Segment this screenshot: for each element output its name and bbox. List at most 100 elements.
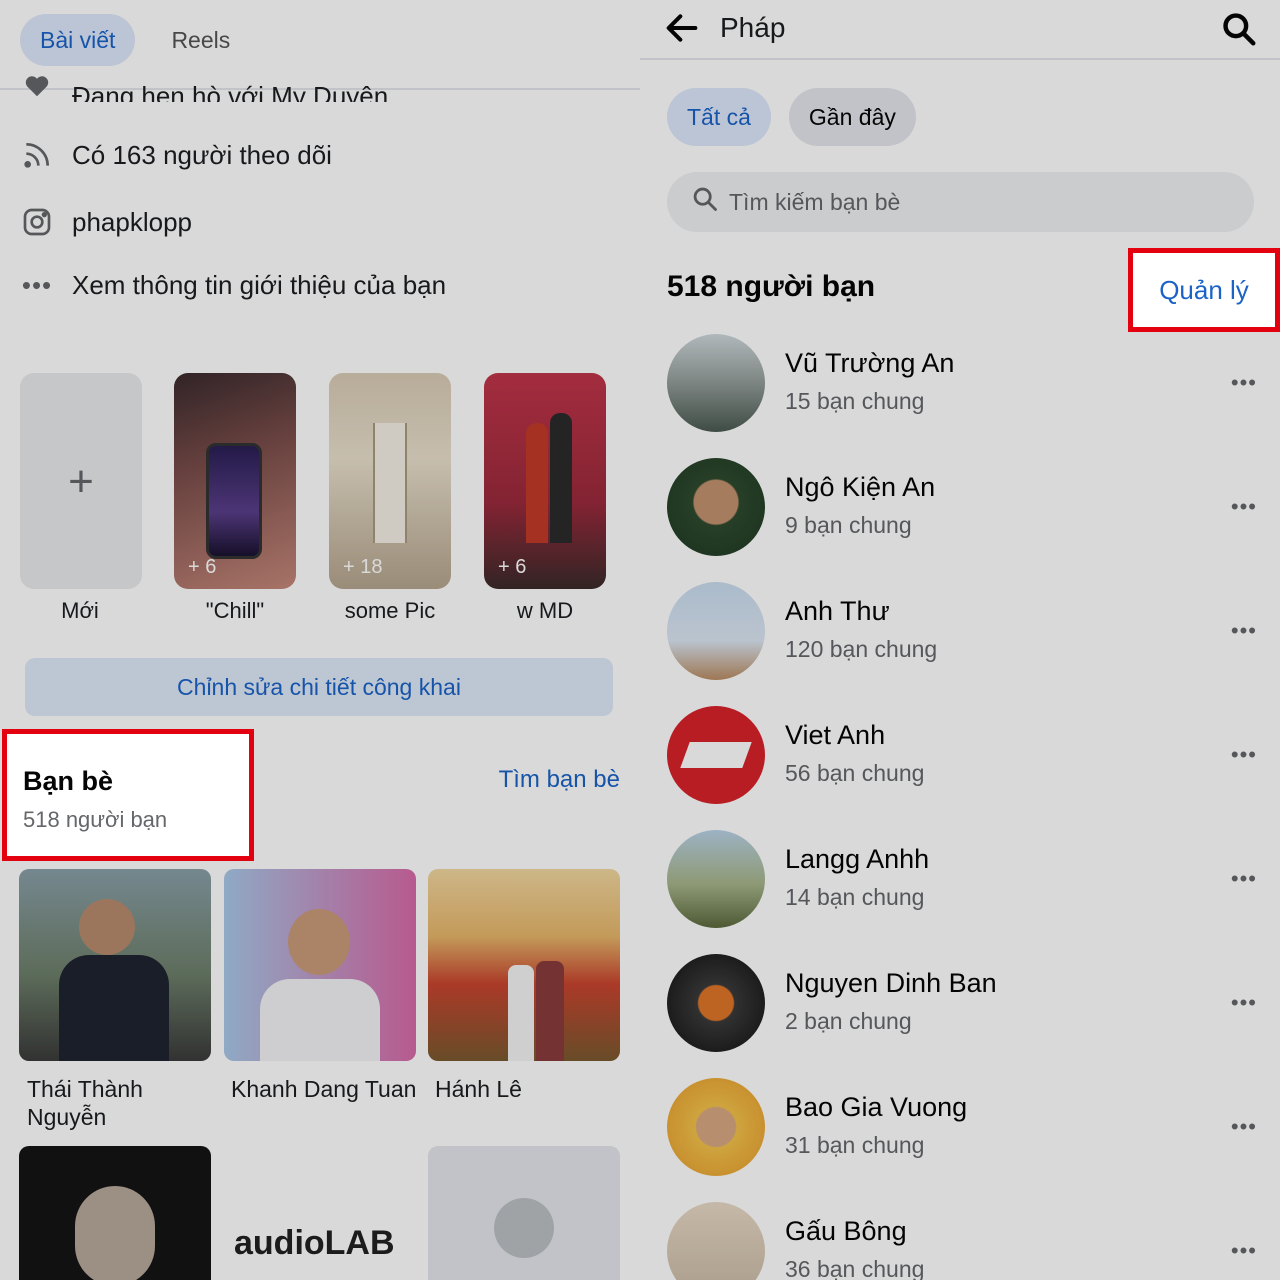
highlight-label: "Chill" [205,598,265,623]
mutual-friends: 31 bạn chung [785,1132,925,1158]
couple-photo [526,423,548,543]
tab-reels[interactable]: Reels [151,14,250,66]
more-options-icon[interactable]: ••• [1231,1114,1257,1140]
mutual-friends: 56 bạn chung [785,760,925,786]
friend-name[interactable]: Bao Gia Vuong [785,1092,967,1123]
find-friends-link[interactable]: Tìm bạn bè [499,766,620,794]
avatar[interactable] [667,1202,765,1280]
avatar[interactable] [667,334,765,432]
friend-row[interactable]: Viet Anh 56 bạn chung ••• [667,706,1257,806]
highlight-count: + 6 [498,556,527,578]
more-options-icon[interactable]: ••• [1231,618,1257,644]
instagram-text: phapklopp [72,206,192,237]
more-options-icon[interactable]: ••• [1231,1238,1257,1264]
friend-search-input[interactable]: Tìm kiếm bạn bè [667,172,1254,232]
friend-tile[interactable]: audioLAB [224,1146,416,1280]
highlight-new[interactable]: + [20,373,142,589]
friend-row[interactable]: Gấu Bông 36 bạn chung ••• [667,1202,1257,1280]
highlight-chill[interactable]: + 6 [174,373,296,589]
friend-photo-body [59,955,169,1061]
more-options-icon[interactable]: ••• [1231,990,1257,1016]
friend-tile[interactable] [19,869,211,1061]
hallway-photo [373,423,407,543]
avatar[interactable] [667,582,765,680]
more-dots-icon: ••• [21,269,53,300]
avatar[interactable] [667,458,765,556]
friend-row[interactable]: Bao Gia Vuong 31 bạn chung ••• [667,1078,1257,1178]
friend-photo [79,899,135,955]
more-options-icon[interactable]: ••• [1231,866,1257,892]
mutual-friends: 120 bạn chung [785,636,938,662]
friend-tile-name[interactable]: Hánh Lê [435,1075,627,1103]
avatar[interactable] [667,706,765,804]
avatar[interactable] [667,830,765,928]
avatar[interactable] [667,954,765,1052]
friend-name[interactable]: Viet Anh [785,720,885,751]
profile-panel: Bài viết Reels Đang hẹn hò với My Duyên … [0,0,640,1280]
friend-name[interactable]: Gấu Bông [785,1216,907,1247]
tab-posts[interactable]: Bài viết [20,14,136,66]
filter-tabs: Tất cả Gần đây [667,88,916,146]
friend-tile[interactable] [224,869,416,1061]
avatar[interactable] [667,1078,765,1176]
friend-name[interactable]: Vũ Trường An [785,348,954,379]
highlight-label: some Pic [344,598,436,623]
friend-row[interactable]: Nguyen Dinh Ban 2 bạn chung ••• [667,954,1257,1054]
default-avatar-icon [494,1198,554,1258]
friend-row[interactable]: Langg Anhh 14 bạn chung ••• [667,830,1257,930]
friend-photo [75,1186,155,1280]
friend-photo-2 [536,961,564,1061]
friend-photo [508,965,534,1061]
heart-icon [20,72,54,102]
highlight-some-pic[interactable]: + 18 [329,373,451,589]
manage-highlight[interactable]: Quản lý [1128,248,1280,332]
friend-tile[interactable] [428,1146,620,1280]
tab-all[interactable]: Tất cả [667,88,771,146]
friend-row[interactable]: Anh Thư 120 bạn chung ••• [667,582,1257,682]
about-row[interactable]: ••• Xem thông tin giới thiệu của bạn [20,268,446,302]
instagram-row[interactable]: phapklopp [20,205,192,239]
friend-photo-body [260,979,380,1061]
followers-text: Có 163 người theo dõi [72,139,332,170]
friends-count: 518 người bạn [23,807,168,832]
friend-tile-name[interactable]: Khanh Dang Tuan [231,1075,423,1103]
top-bar: Pháp [640,0,1280,60]
couple-photo-2 [550,413,572,543]
friend-name[interactable]: Langg Anhh [785,844,929,875]
friend-tile[interactable] [428,869,620,1061]
rss-icon [20,138,54,172]
highlight-label: Mới [61,598,99,623]
manage-button[interactable]: Quản lý [1133,253,1275,327]
mutual-friends: 2 bạn chung [785,1008,912,1034]
more-options-icon[interactable]: ••• [1231,370,1257,396]
search-icon[interactable] [1220,10,1258,53]
search-placeholder: Tìm kiếm bạn bè [729,188,901,215]
edit-public-details-button[interactable]: Chỉnh sửa chi tiết công khai [25,658,613,716]
friends-list-panel: Pháp Tất cả Gần đây Tìm kiếm bạn bè 518 … [640,0,1280,1280]
friend-tile-name[interactable]: Thái Thành Nguyễn [27,1075,219,1131]
instagram-icon [20,205,54,239]
friend-name[interactable]: Nguyen Dinh Ban [785,968,997,999]
mutual-friends: 9 bạn chung [785,512,912,538]
relationship-row[interactable]: Đang hẹn hò với My Duyên [20,72,388,102]
friend-tile[interactable] [19,1146,211,1280]
friend-photo [288,909,350,975]
followers-row[interactable]: Có 163 người theo dõi [20,138,332,172]
more-options-icon[interactable]: ••• [1231,494,1257,520]
profile-tabs: Bài viết Reels [20,14,250,66]
friend-name[interactable]: Anh Thư [785,596,890,627]
search-icon [691,185,719,219]
mutual-friends: 36 bạn chung [785,1256,925,1280]
highlight-w-md[interactable]: + 6 [484,373,606,589]
friend-row[interactable]: Vũ Trường An 15 bạn chung ••• [667,334,1257,434]
more-options-icon[interactable]: ••• [1231,742,1257,768]
tab-recent[interactable]: Gần đây [788,88,916,146]
audiolab-logo: audioLAB [234,1224,395,1262]
highlight-count: + 18 [343,556,383,578]
about-text: Xem thông tin giới thiệu của bạn [72,269,447,300]
friend-name[interactable]: Ngô Kiện An [785,472,935,503]
friend-row[interactable]: Ngô Kiện An 9 bạn chung ••• [667,458,1257,558]
back-arrow-icon[interactable] [662,8,702,55]
relationship-text: Đang hẹn hò với My Duyên [72,81,389,102]
friends-section-highlight[interactable]: Bạn bè 518 người bạn [2,729,254,861]
